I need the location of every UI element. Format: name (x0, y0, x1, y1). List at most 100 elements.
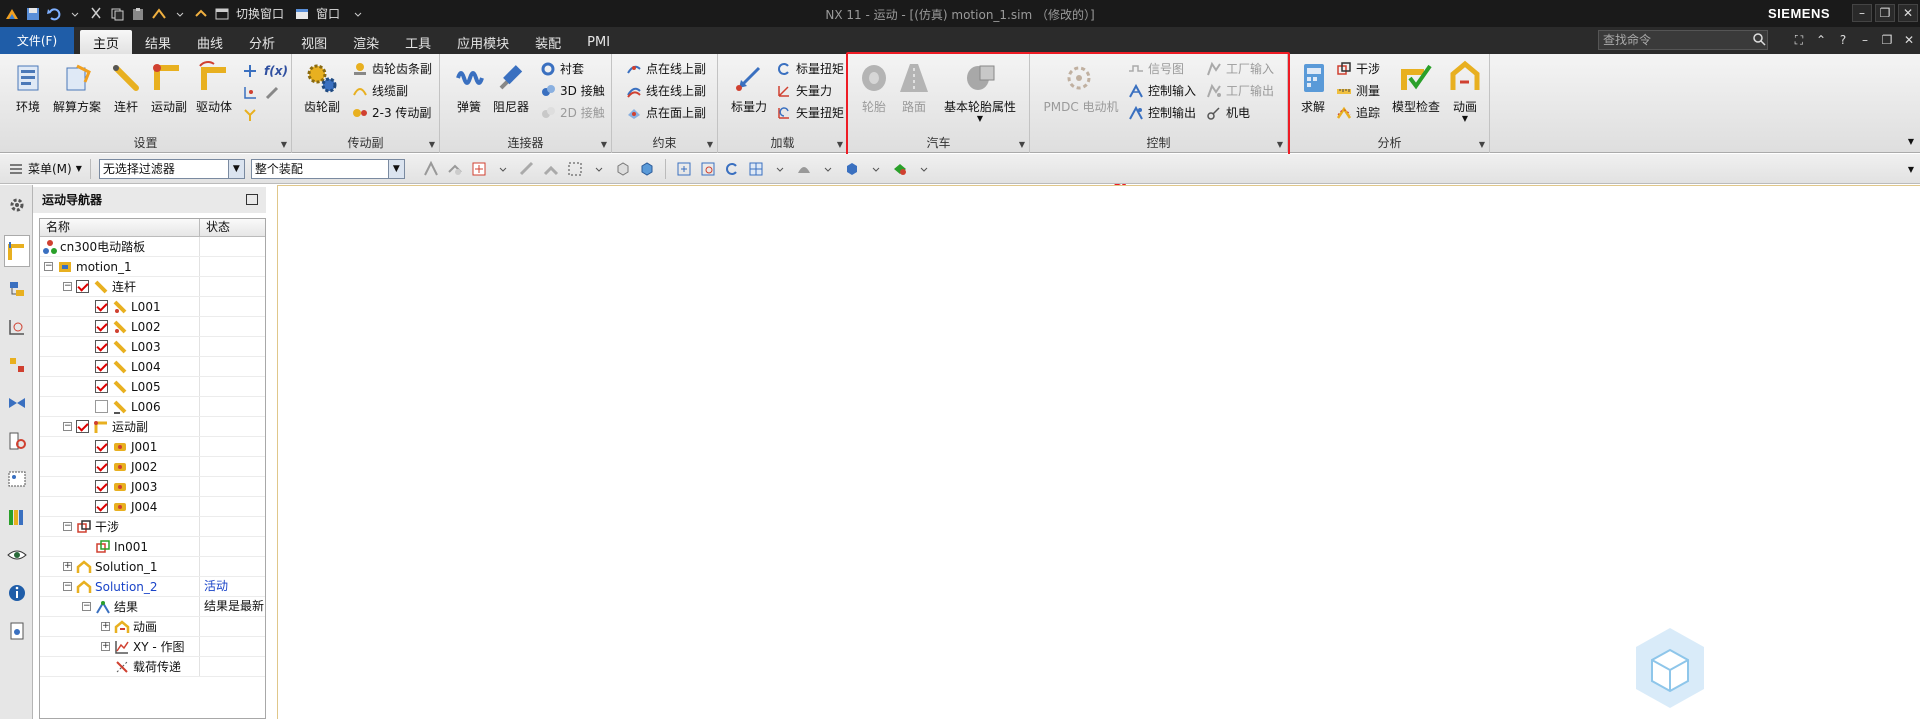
tree-row[interactable]: L001 (40, 297, 265, 317)
tab-analysis[interactable]: 分析 (236, 30, 288, 54)
visibility-checkbox[interactable] (95, 500, 108, 513)
collapse-toggle[interactable]: − (63, 282, 72, 291)
chevron-down-icon[interactable] (915, 160, 933, 178)
model-check-button[interactable]: 模型检查 (1390, 60, 1442, 115)
cut-icon[interactable] (87, 5, 105, 23)
doc-minimize-button[interactable]: – (1856, 31, 1874, 49)
tree-row[interactable]: J003 (40, 477, 265, 497)
tab-render[interactable]: 渲染 (340, 30, 392, 54)
window-icon[interactable] (293, 5, 311, 23)
history-tab[interactable] (4, 501, 30, 533)
tree-row[interactable]: − motion_1 (40, 257, 265, 277)
system-materials-tab[interactable] (4, 539, 30, 571)
tree-row[interactable]: L004 (40, 357, 265, 377)
tree-row[interactable]: − 运动副 (40, 417, 265, 437)
collapse-toggle[interactable]: − (82, 602, 91, 611)
group-more-icon[interactable]: ▼ (1277, 140, 1283, 149)
tree-row[interactable]: L003 (40, 337, 265, 357)
web-browser-tab[interactable] (4, 463, 30, 495)
repeat-command-icon[interactable] (150, 5, 168, 23)
help-icon[interactable]: ? (1834, 31, 1852, 49)
pmdc-motor-button[interactable]: PMDC 电动机 (1040, 60, 1122, 115)
visibility-checkbox[interactable] (95, 300, 108, 313)
collapse-toggle[interactable]: − (44, 262, 53, 271)
expand-toggle[interactable]: + (63, 562, 72, 571)
orient-view-icon[interactable] (747, 160, 765, 178)
hd3d-tools-tab[interactable] (4, 425, 30, 457)
visibility-checkbox[interactable] (95, 400, 108, 413)
solve-button[interactable]: 求解 (1296, 60, 1330, 115)
show-hide-icon[interactable] (891, 160, 909, 178)
copy-icon[interactable] (108, 5, 126, 23)
search-icon[interactable] (1750, 32, 1768, 48)
chevron-down-icon[interactable] (819, 160, 837, 178)
gear-pair-button[interactable]: 齿轮副 (302, 60, 342, 115)
column-header-name[interactable]: 名称 (40, 219, 200, 236)
window-menu-label[interactable]: 窗口 (316, 5, 340, 22)
visibility-checkbox[interactable] (95, 480, 108, 493)
shaded-view-icon[interactable] (638, 160, 656, 178)
full-screen-icon[interactable]: ⛶ (1790, 31, 1808, 49)
tire-button[interactable]: 轮胎 (856, 60, 892, 115)
process-studio-tab[interactable] (4, 577, 30, 609)
vector-force-button[interactable]: 矢量力 (776, 80, 832, 101)
tool-button[interactable] (264, 82, 284, 103)
cable-button[interactable]: 线缆副 (352, 80, 408, 101)
road-button[interactable]: 路面 (896, 60, 932, 115)
interference-button[interactable]: 干涉 (1336, 58, 1380, 79)
doc-restore-button[interactable]: ❐ (1878, 31, 1896, 49)
customize-dropdown-icon[interactable] (349, 5, 367, 23)
tree-row[interactable]: In001 (40, 537, 265, 557)
roles-tab[interactable] (4, 615, 30, 647)
chevron-down-icon[interactable] (867, 160, 885, 178)
rack-pinion-button[interactable]: 齿轮齿条副 (352, 58, 432, 79)
wireframe-view-icon[interactable] (614, 160, 632, 178)
visibility-checkbox[interactable] (76, 280, 89, 293)
tree-row[interactable]: J002 (40, 457, 265, 477)
damper-button[interactable]: 阻尼器 (490, 60, 532, 115)
collapse-ribbon-icon[interactable]: ⌃ (1812, 31, 1830, 49)
point-button[interactable] (242, 82, 262, 103)
visibility-checkbox[interactable] (95, 380, 108, 393)
chevron-down-icon[interactable] (66, 5, 84, 23)
chevron-down-icon[interactable] (590, 160, 608, 178)
tree-row[interactable]: − 干涉 (40, 517, 265, 537)
chevron-down-icon[interactable]: ▼ (227, 159, 244, 178)
zoom-icon[interactable] (699, 160, 717, 178)
trace-button[interactable]: 追踪 (1336, 102, 1380, 123)
tree-row[interactable]: − 结果 结果是最新 (40, 597, 265, 617)
marker-origin-button[interactable] (242, 104, 262, 125)
file-menu-tab[interactable]: 文件(F) (0, 27, 74, 54)
solution-button[interactable]: 解算方案 (52, 60, 102, 115)
tree-row[interactable]: + XY - 作图 (40, 637, 265, 657)
visibility-checkbox[interactable] (95, 360, 108, 373)
joint-button[interactable]: 运动副 (148, 60, 190, 115)
tab-assembly[interactable]: 装配 (522, 30, 574, 54)
tab-home[interactable]: 主页 (80, 30, 133, 54)
tree-row[interactable]: + 动画 (40, 617, 265, 637)
tree-row[interactable]: − 连杆 (40, 277, 265, 297)
view-triad-cube-icon[interactable] (1634, 626, 1706, 710)
menu-button[interactable]: 菜单(M) ▼ (8, 160, 82, 177)
touch-mode-icon[interactable] (192, 5, 210, 23)
measure-button[interactable]: 测量 (1336, 80, 1380, 101)
tab-curve[interactable]: 曲线 (184, 30, 236, 54)
snap-point-icon[interactable] (470, 160, 488, 178)
group-more-icon[interactable]: ▼ (1479, 140, 1485, 149)
column-header-status[interactable]: 状态 (200, 219, 230, 236)
command-search-input[interactable]: 查找命令 (1598, 30, 1768, 50)
group-more-icon[interactable]: ▼ (281, 140, 287, 149)
nx-logo-icon[interactable] (3, 5, 21, 23)
driver-button[interactable]: 驱动体 (192, 60, 236, 115)
chevron-down-icon[interactable] (494, 160, 512, 178)
paste-icon[interactable] (129, 5, 147, 23)
general-selection-icon[interactable] (422, 160, 440, 178)
visibility-checkbox[interactable] (76, 420, 89, 433)
tree-row[interactable]: L005 (40, 377, 265, 397)
save-icon[interactable] (24, 5, 42, 23)
undo-icon[interactable] (45, 5, 63, 23)
tree-row[interactable]: + Solution_1 (40, 557, 265, 577)
control-input-button[interactable]: 控制输入 (1128, 80, 1196, 101)
type-filter-select[interactable]: 无选择过滤器 ▼ (98, 158, 245, 179)
collapse-toggle[interactable]: − (63, 582, 72, 591)
